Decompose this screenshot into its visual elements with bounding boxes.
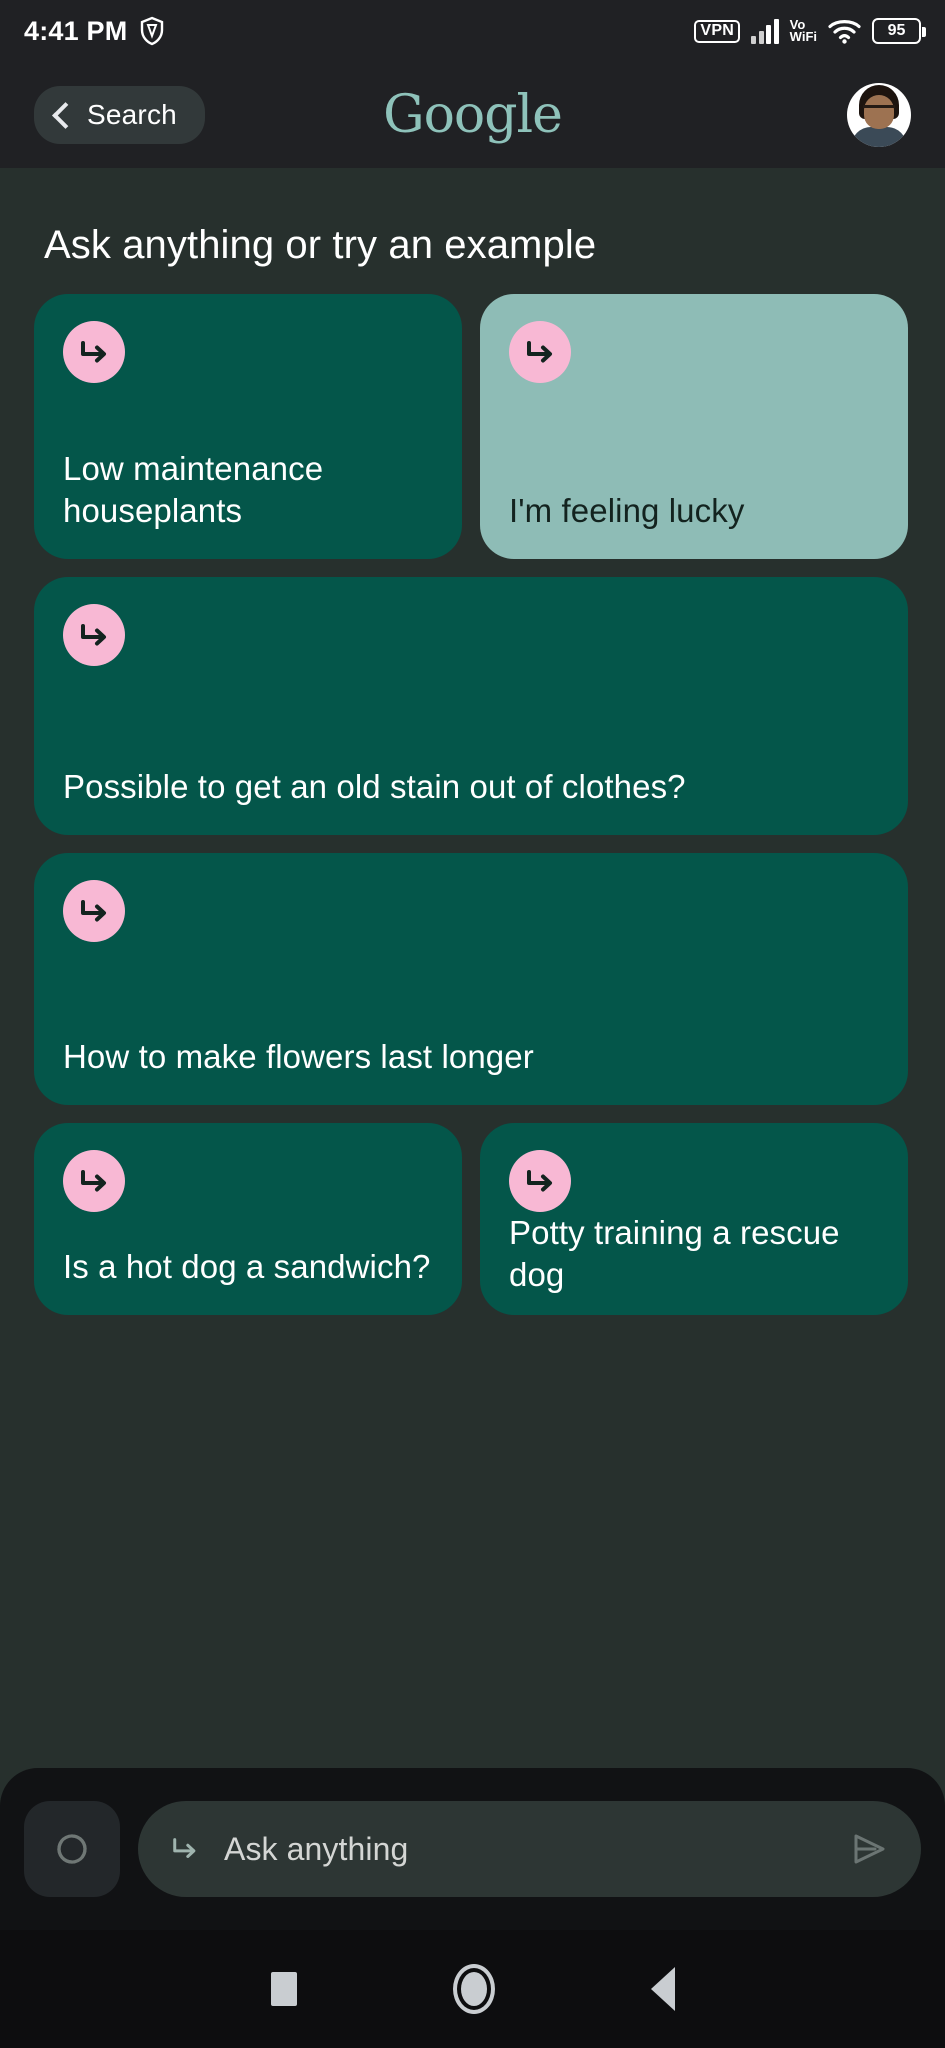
back-to-search-button[interactable]: Search — [34, 86, 205, 144]
example-card-old-stain[interactable]: Possible to get an old stain out of clot… — [34, 577, 908, 835]
vpn-icon: VPN — [694, 19, 741, 43]
example-card-label: How to make flowers last longer — [63, 1037, 534, 1075]
example-card-label: Is a hot dog a sandwich? — [63, 1247, 431, 1285]
avatar-body — [851, 127, 907, 147]
example-card-houseplants[interactable]: Low maintenance houseplants — [34, 294, 462, 559]
android-nav-bar — [0, 1930, 945, 2048]
example-card-hot-dog[interactable]: Is a hot dog a sandwich? — [34, 1123, 462, 1315]
google-logo: Google — [383, 85, 563, 145]
example-card-grid: Low maintenance houseplants I'm feeling … — [34, 294, 911, 1315]
arrow-turn-right-glyph — [81, 900, 106, 922]
example-card-potty-training[interactable]: Potty training a rescue dog — [480, 1123, 908, 1315]
arrow-turn-right-glyph — [81, 341, 106, 363]
ask-input-placeholder[interactable]: Ask anything — [224, 1831, 825, 1868]
wifi-icon — [828, 20, 861, 44]
refresh-icon — [57, 1834, 87, 1864]
example-card-label: Potty training a rescue dog — [509, 1214, 840, 1294]
vowifi-icon: Vo WiFi — [789, 18, 817, 44]
arrow-turn-right-icon — [63, 880, 125, 942]
app-bar: Search Google — [0, 62, 945, 168]
example-card-label: Possible to get an old stain out of clot… — [63, 767, 686, 805]
arrow-turn-right-icon — [63, 604, 125, 666]
arrow-turn-right-glyph — [81, 1170, 106, 1192]
back-button-label: Search — [87, 99, 177, 130]
bottom-dock: Ask anything — [0, 1768, 945, 1930]
arrow-turn-right-icon — [509, 321, 571, 383]
example-card-feeling-lucky[interactable]: I'm feeling lucky — [480, 294, 908, 559]
arrow-turn-right-icon — [173, 1838, 196, 1858]
ask-input-bar[interactable]: Ask anything — [138, 1801, 921, 1897]
avatar[interactable] — [847, 83, 911, 147]
arrow-turn-right-glyph — [527, 1170, 552, 1192]
phone-screen: 4:41 PM VPN Vo WiFi 95 Search Google Ask… — [0, 0, 945, 2048]
avatar-glasses — [863, 105, 895, 113]
page-title: Ask anything or try an example — [44, 223, 597, 267]
back-triangle-icon[interactable] — [650, 1967, 675, 2011]
chevron-left-icon — [52, 102, 79, 129]
status-bar: 4:41 PM VPN Vo WiFi 95 — [0, 0, 945, 62]
shield-icon — [141, 16, 164, 46]
arrow-turn-right-icon — [63, 321, 125, 383]
status-bar-left: 4:41 PM — [24, 16, 165, 47]
refresh-button[interactable] — [24, 1801, 120, 1897]
status-bar-right: VPN Vo WiFi 95 — [694, 18, 926, 44]
example-card-label: Low maintenance houseplants — [63, 449, 324, 529]
status-time: 4:41 PM — [24, 15, 128, 46]
main-content: Ask anything or try an example Low maint… — [0, 168, 945, 1768]
vowifi-line2: WiFi — [789, 29, 817, 44]
example-card-label: I'm feeling lucky — [509, 491, 745, 529]
arrow-turn-right-icon — [509, 1150, 571, 1212]
home-circle-icon[interactable] — [452, 1964, 495, 2014]
arrow-turn-right-glyph — [527, 341, 552, 363]
example-card-flowers[interactable]: How to make flowers last longer — [34, 853, 908, 1105]
arrow-turn-right-icon — [63, 1150, 125, 1212]
battery-level: 95 — [887, 22, 906, 39]
arrow-turn-right-glyph — [81, 624, 106, 646]
recents-square-icon[interactable] — [270, 1972, 297, 2006]
send-icon[interactable] — [847, 1829, 891, 1869]
cellular-signal-icon — [751, 18, 779, 44]
battery-icon: 95 — [872, 18, 926, 44]
